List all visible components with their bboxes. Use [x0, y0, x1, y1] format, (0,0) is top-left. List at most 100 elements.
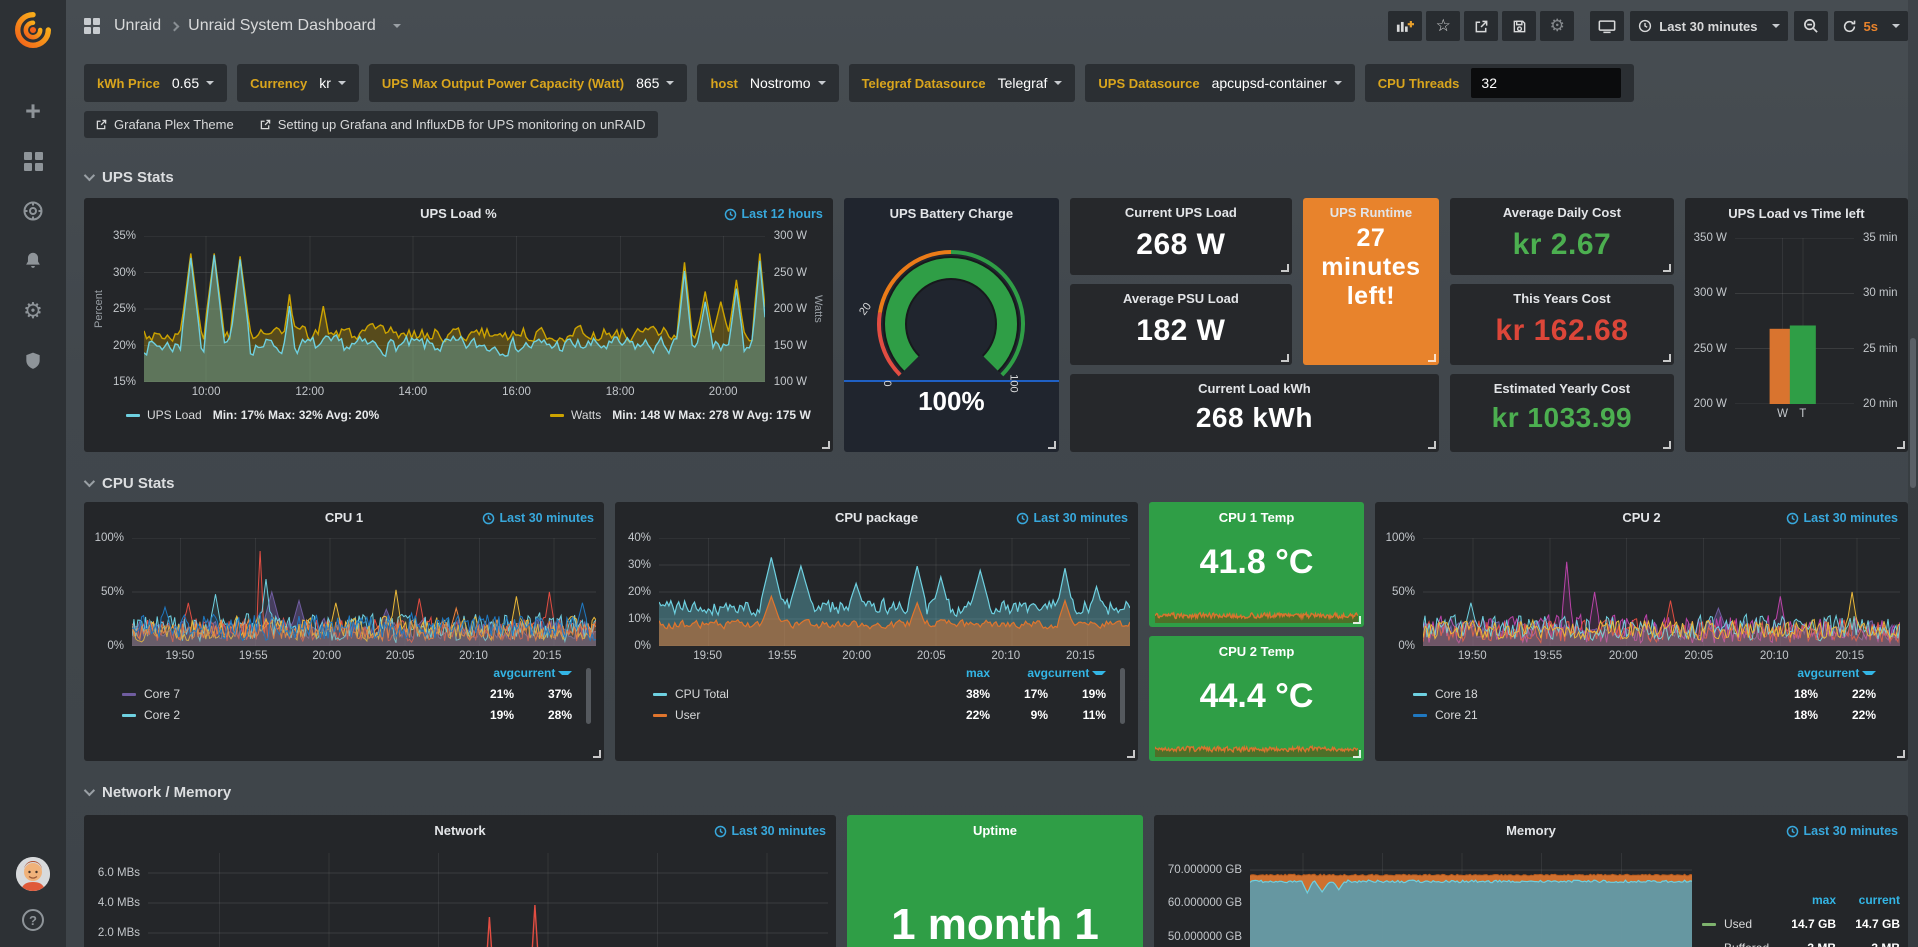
share-button[interactable]	[1464, 11, 1498, 41]
panel-title[interactable]: UPS Load %	[92, 206, 825, 221]
refresh-interval-label[interactable]: 5s	[1864, 19, 1878, 34]
cpu-row: CPU 1 Last 30 minutes 100%50%0% 19:5019:…	[84, 502, 1908, 761]
legend-col-header[interactable]: current	[1048, 666, 1106, 680]
grafana-logo-icon[interactable]	[0, 0, 66, 60]
ups-load-chart[interactable]	[144, 236, 765, 382]
explore-icon[interactable]	[20, 198, 46, 224]
create-icon[interactable]: +	[20, 98, 46, 124]
axis-tick: 350 W	[1694, 232, 1727, 244]
section-cpu-stats[interactable]: CPU Stats	[84, 472, 1908, 494]
stat-current-ups-load[interactable]: Current UPS Load 268 W	[1070, 198, 1292, 275]
apps-grid-icon[interactable]	[84, 18, 100, 34]
battery-gauge[interactable]: 02050100 100%	[852, 228, 1051, 442]
series-name[interactable]: Core 18	[1435, 687, 1478, 701]
stat-current-load-kwh[interactable]: Current Load kWh 268 kWh	[1070, 374, 1439, 452]
axis-tick: 100 W	[774, 376, 807, 388]
series-name[interactable]: Used	[1724, 917, 1752, 931]
series-name[interactable]: Watts	[571, 408, 601, 422]
stat-this-years-cost[interactable]: This Years Cost kr 162.68	[1450, 284, 1674, 365]
series-name[interactable]: Core 21	[1435, 708, 1478, 722]
sidebar: + ⚙	[0, 0, 66, 947]
user-avatar[interactable]	[16, 857, 50, 891]
variable-currency: Currency kr	[237, 64, 359, 102]
configuration-gear-icon[interactable]: ⚙	[20, 298, 46, 324]
legend-col-header[interactable]: avg	[456, 666, 514, 680]
dashboards-icon[interactable]	[20, 148, 46, 174]
breadcrumb-dashboard[interactable]: Unraid System Dashboard	[188, 17, 376, 35]
axis-tick: 100%	[1386, 532, 1415, 544]
alerting-bell-icon[interactable]	[20, 248, 46, 274]
stat-average-daily-cost[interactable]: Average Daily Cost kr 2.67	[1450, 198, 1674, 275]
panel-ups-load-vs-time-left: UPS Load vs Time left 350 W300 W250 W200…	[1685, 198, 1908, 452]
axis-tick: 20 min	[1863, 398, 1898, 410]
server-admin-shield-icon[interactable]	[20, 348, 46, 374]
legend-col-header[interactable]: avg	[1760, 666, 1818, 680]
axis-tick: 20:00	[312, 650, 341, 662]
panel-time-override: Last 30 minutes	[714, 824, 826, 838]
star-button[interactable]: ☆	[1426, 11, 1460, 41]
save-button[interactable]	[1502, 11, 1536, 41]
legend-col-header[interactable]: avg	[990, 666, 1048, 680]
legend-row: CPU Total 38%17%19%	[653, 687, 1106, 701]
refresh-button[interactable]: 5s	[1834, 11, 1908, 41]
external-link-icon	[96, 119, 107, 130]
panel-title[interactable]: UPS Battery Charge	[852, 206, 1051, 221]
zoom-out-button[interactable]	[1794, 11, 1828, 41]
stat-cpu1-temp[interactable]: CPU 1 Temp 41.8 °C	[1149, 502, 1364, 627]
stat-uptime[interactable]: Uptime 1 month 1	[847, 815, 1143, 947]
cpu1-chart[interactable]	[132, 538, 596, 646]
help-icon[interactable]: ?	[20, 907, 46, 933]
series-name[interactable]: Core 7	[144, 687, 180, 701]
legend-col-header[interactable]: current	[514, 666, 572, 680]
legend-col-header[interactable]: current	[1818, 666, 1876, 680]
section-ups-stats[interactable]: UPS Stats	[84, 166, 1908, 188]
legend-scrollbar[interactable]	[1120, 668, 1125, 724]
axis-tick: 25 min	[1863, 343, 1898, 355]
series-name[interactable]: Buffered	[1724, 941, 1769, 947]
cpu-package-chart[interactable]	[659, 538, 1130, 646]
cpu2-chart[interactable]	[1423, 538, 1900, 646]
axis-tick: 200 W	[1694, 398, 1727, 410]
cycle-view-tv-button[interactable]	[1590, 11, 1624, 41]
scrollbar-thumb[interactable]	[1910, 338, 1916, 488]
link-grafana-plex-theme[interactable]: Grafana Plex Theme	[96, 117, 234, 132]
series-name[interactable]: CPU Total	[675, 687, 729, 701]
axis-tick: 19:55	[1533, 650, 1562, 662]
axis-tick: 0%	[1398, 640, 1415, 652]
axis-tick: 20:10	[991, 650, 1020, 662]
chevron-down-icon[interactable]	[393, 24, 401, 28]
ups-row: UPS Load % Last 12 hours Percent 35%30%2…	[84, 198, 1908, 452]
x-axis: 19:5019:5520:0020:0520:1020:15	[132, 646, 588, 664]
series-name[interactable]: Core 2	[144, 708, 180, 722]
stat-estimated-yearly-cost[interactable]: Estimated Yearly Cost kr 1033.99	[1450, 374, 1674, 452]
axis-tick: 20:10	[459, 650, 488, 662]
legend-scrollbar[interactable]	[586, 668, 591, 724]
network-chart[interactable]	[148, 853, 828, 947]
legend-col-header[interactable]: max	[932, 666, 990, 680]
stat-average-psu-load[interactable]: Average PSU Load 182 W	[1070, 284, 1292, 365]
series-name[interactable]: User	[675, 708, 700, 722]
axis-tick: 2.0 MBs	[98, 927, 140, 939]
panel-title[interactable]: UPS Load vs Time left	[1693, 206, 1900, 221]
section-network-memory[interactable]: Network / Memory	[84, 781, 1908, 803]
legend-col-header[interactable]: current	[1836, 893, 1900, 907]
dashboard-settings-button[interactable]: ⚙	[1540, 11, 1574, 41]
stat-cpu2-temp[interactable]: CPU 2 Temp 44.4 °C	[1149, 636, 1364, 761]
memory-chart[interactable]	[1250, 853, 1692, 947]
time-range-picker[interactable]: Last 30 minutes	[1630, 11, 1787, 41]
variable-cpu-threads: CPU Threads	[1365, 64, 1635, 102]
series-name[interactable]: UPS Load	[147, 408, 202, 422]
cpu-threads-input[interactable]	[1471, 68, 1621, 98]
axis-tick: 50.000000 GB	[1168, 931, 1242, 943]
y-axis-left: 100%50%0%	[92, 538, 132, 646]
panel-time-override: Last 30 minutes	[1786, 511, 1898, 525]
link-ups-monitoring-guide[interactable]: Setting up Grafana and InfluxDB for UPS …	[260, 117, 646, 132]
breadcrumb-folder[interactable]: Unraid	[114, 17, 161, 35]
ups-vs-time-chart[interactable]	[1735, 238, 1854, 404]
variable-host: host Nostromo	[697, 64, 838, 102]
axis-tick: 250 W	[1694, 343, 1727, 355]
legend-col-header[interactable]: max	[1772, 893, 1836, 907]
template-variables: kWh Price 0.65 Currency kr UPS Max Outpu…	[84, 64, 1908, 102]
add-panel-button[interactable]	[1388, 11, 1422, 41]
stat-ups-runtime[interactable]: UPS Runtime 27 minutes left!	[1303, 198, 1439, 365]
